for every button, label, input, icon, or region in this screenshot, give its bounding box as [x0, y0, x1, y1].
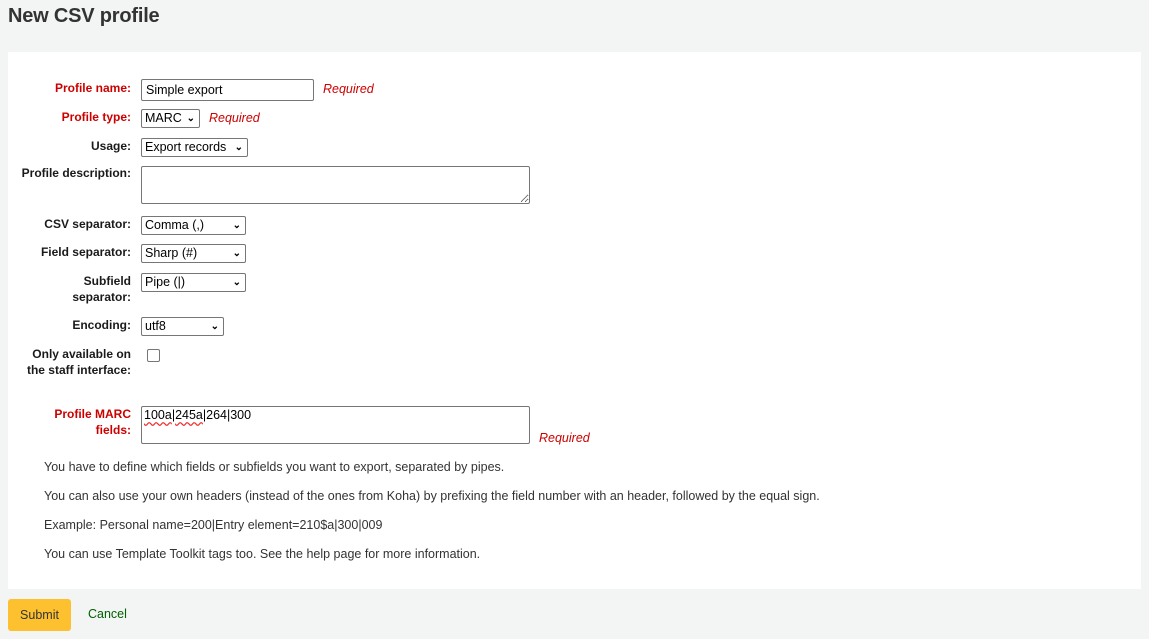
chevron-down-icon: ⌄: [232, 220, 241, 231]
profile-description-label: Profile description:: [21, 166, 131, 180]
profile-type-select[interactable]: MARC ⌄: [141, 109, 200, 128]
hint-text: You have to define which fields or subfi…: [44, 460, 505, 474]
required-note: Required: [323, 82, 374, 96]
csv-separator-label: CSV separator:: [44, 217, 131, 231]
marc-fields-label: Profile MARC fields:: [54, 407, 131, 437]
chevron-down-icon: ⌄: [232, 248, 241, 259]
hint-text: Example: Personal name=200|Entry element…: [44, 518, 383, 532]
staff-only-label: Only available on the staff interface:: [26, 347, 131, 377]
usage-select[interactable]: Export records ⌄: [141, 138, 248, 157]
profile-type-label: Profile type:: [61, 110, 131, 124]
csv-separator-select[interactable]: Comma (,) ⌄: [141, 216, 246, 235]
chevron-down-icon: ⌄: [234, 142, 243, 153]
field-separator-label: Field separator:: [40, 245, 131, 259]
marc-fields-textarea[interactable]: 100a|245a|264|300: [141, 406, 530, 444]
hint-text: You can also use your own headers (inste…: [44, 489, 820, 503]
subfield-separator-select[interactable]: Pipe (|) ⌄: [141, 273, 246, 292]
encoding-select[interactable]: utf8 ⌄: [141, 317, 224, 336]
encoding-label: Encoding:: [72, 318, 131, 332]
required-note: Required: [209, 111, 260, 125]
staff-only-checkbox[interactable]: [147, 349, 160, 362]
usage-label: Usage:: [90, 139, 131, 153]
required-note: Required: [539, 431, 590, 445]
submit-button[interactable]: Submit: [8, 599, 71, 631]
field-separator-select[interactable]: Sharp (#) ⌄: [141, 244, 246, 263]
page-title: New CSV profile: [8, 5, 160, 27]
chevron-down-icon: ⌄: [186, 113, 195, 124]
profile-description-textarea[interactable]: [141, 166, 530, 204]
csv-profile-form: Profile name: Required Profile type: MAR…: [8, 52, 1141, 589]
hint-text: You can use Template Toolkit tags too. S…: [44, 547, 481, 561]
chevron-down-icon: ⌄: [232, 277, 241, 288]
subfield-separator-label: Subfield separator:: [72, 274, 131, 304]
profile-name-label: Profile name:: [54, 81, 131, 95]
cancel-link[interactable]: Cancel: [88, 607, 127, 621]
profile-name-input[interactable]: [141, 79, 314, 101]
chevron-down-icon: ⌄: [210, 321, 219, 332]
